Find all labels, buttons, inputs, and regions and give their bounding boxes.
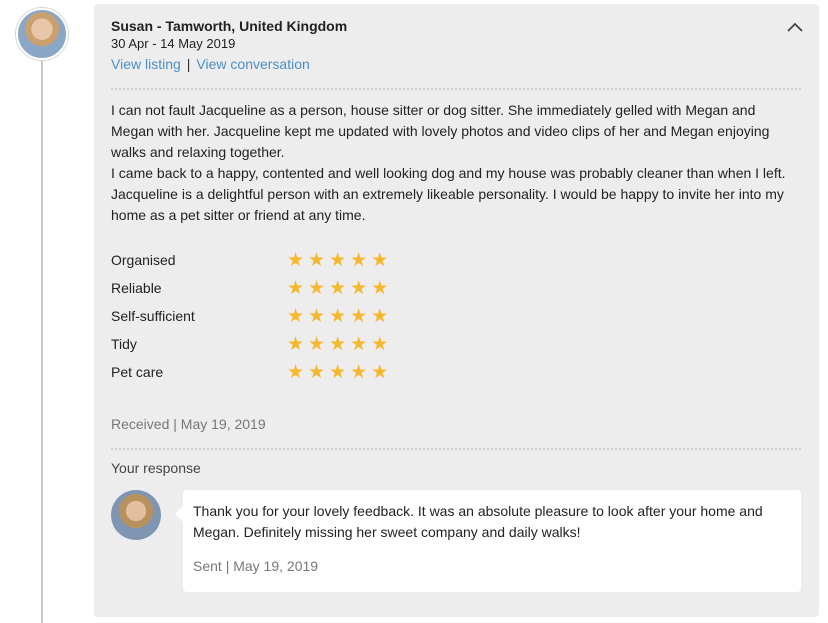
star-icon: ★ <box>329 361 347 383</box>
received-date: Received | May 19, 2019 <box>111 416 266 432</box>
star-icon: ★ <box>329 277 347 299</box>
review-card: Susan - Tamworth, United Kingdom 30 Apr … <box>94 4 819 617</box>
sent-date: Sent | May 19, 2019 <box>193 558 319 574</box>
your-response-label: Your response <box>111 460 201 476</box>
star-icon: ★ <box>287 333 305 355</box>
rating-label: Organised <box>111 252 176 268</box>
star-icon: ★ <box>287 249 305 271</box>
star-icon: ★ <box>350 333 368 355</box>
star-icon: ★ <box>371 333 389 355</box>
review-paragraph: I can not fault Jacqueline as a person, … <box>111 102 770 160</box>
divider <box>111 88 801 90</box>
star-icon: ★ <box>329 305 347 327</box>
rating-row-pet-care: Pet care ★ ★ ★ ★ ★ <box>111 358 801 386</box>
reviewer-avatar[interactable] <box>16 8 68 60</box>
rating-row-reliable: Reliable ★ ★ ★ ★ ★ <box>111 274 801 302</box>
link-separator: | <box>186 56 191 72</box>
star-icon: ★ <box>287 361 305 383</box>
divider <box>111 448 801 450</box>
rating-stars: ★ ★ ★ ★ ★ <box>287 335 388 354</box>
rating-row-organised: Organised ★ ★ ★ ★ ★ <box>111 246 801 274</box>
response-bubble: Thank you for your lovely feedback. It w… <box>175 490 801 592</box>
rating-row-self-sufficient: Self-sufficient ★ ★ ★ ★ ★ <box>111 302 801 330</box>
star-icon: ★ <box>308 249 326 271</box>
rating-label: Pet care <box>111 364 164 380</box>
star-icon: ★ <box>287 305 305 327</box>
rating-label: Tidy <box>111 336 137 352</box>
view-conversation-link[interactable]: View conversation <box>196 56 309 72</box>
reviewer-name: Susan - Tamworth, United Kingdom <box>111 18 348 34</box>
rating-stars: ★ ★ ★ ★ ★ <box>287 251 388 270</box>
response-text: Thank you for your lovely feedback. It w… <box>193 503 763 540</box>
review-links: View listing | View conversation <box>111 54 801 74</box>
star-icon: ★ <box>329 249 347 271</box>
rating-stars: ★ ★ ★ ★ ★ <box>287 279 388 298</box>
star-icon: ★ <box>371 277 389 299</box>
star-icon: ★ <box>371 305 389 327</box>
review-content: Susan - Tamworth, United Kingdom 30 Apr … <box>111 17 801 594</box>
star-icon: ★ <box>308 305 326 327</box>
star-icon: ★ <box>308 361 326 383</box>
rating-label: Self-sufficient <box>111 308 195 324</box>
star-icon: ★ <box>329 333 347 355</box>
star-icon: ★ <box>308 333 326 355</box>
star-icon: ★ <box>371 361 389 383</box>
sit-dates: 30 Apr - 14 May 2019 <box>111 36 236 51</box>
rating-label: Reliable <box>111 280 162 296</box>
star-icon: ★ <box>350 361 368 383</box>
star-icon: ★ <box>371 249 389 271</box>
star-icon: ★ <box>350 277 368 299</box>
star-icon: ★ <box>287 277 305 299</box>
rating-row-tidy: Tidy ★ ★ ★ ★ ★ <box>111 330 801 358</box>
view-listing-link[interactable]: View listing <box>111 56 181 72</box>
rating-stars: ★ ★ ★ ★ ★ <box>287 363 388 382</box>
timeline-line <box>41 50 43 623</box>
rating-stars: ★ ★ ★ ★ ★ <box>287 307 388 326</box>
review-paragraph: I came back to a happy, contented and we… <box>111 165 786 223</box>
responder-avatar[interactable] <box>111 490 161 540</box>
star-icon: ★ <box>350 305 368 327</box>
star-icon: ★ <box>308 277 326 299</box>
ratings-list: Organised ★ ★ ★ ★ ★ Reliable ★ ★ ★ ★ ★ Self-suff… <box>111 246 801 386</box>
star-icon: ★ <box>350 249 368 271</box>
response-row: Thank you for your lovely feedback. It w… <box>111 490 801 594</box>
review-text: I can not fault Jacqueline as a person, … <box>111 100 801 226</box>
